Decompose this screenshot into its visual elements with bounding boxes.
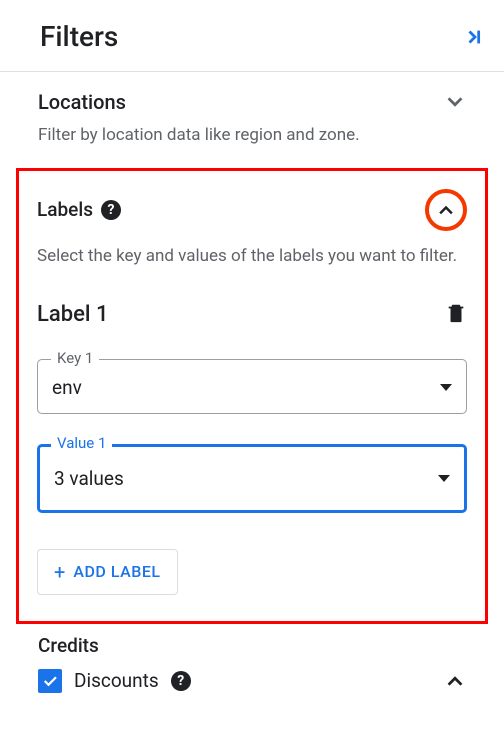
add-label-button[interactable]: + ADD LABEL [37,549,178,595]
chevron-up-icon [436,200,456,220]
locations-description: Filter by location data like region and … [38,124,466,148]
chevron-up-icon[interactable] [444,670,466,692]
dropdown-triangle-icon [440,384,452,391]
chevron-down-icon [444,91,466,113]
add-label-text: ADD LABEL [73,562,160,581]
dropdown-triangle-icon [438,475,450,482]
labels-collapse-button[interactable] [425,189,467,231]
key-value: env [52,376,82,399]
help-icon[interactable]: ? [101,200,121,220]
locations-title: Locations [38,90,126,114]
discounts-checkbox[interactable] [38,669,62,693]
credits-title: Credits [38,634,466,657]
trash-icon [445,301,467,325]
labels-description: Select the key and values of the labels … [37,245,467,269]
value-text: 3 values [54,467,124,490]
discounts-label: Discounts [74,669,159,692]
delete-label-button[interactable] [445,301,467,329]
labels-title: Labels [37,198,93,221]
help-icon[interactable]: ? [171,671,191,691]
key-field-label: Key 1 [51,349,99,367]
plus-icon: + [54,560,65,584]
labels-highlight-box: Labels ? Select the key and values of th… [16,168,488,624]
label-item-title: Label 1 [37,302,108,327]
value-field-label: Value 1 [51,434,112,452]
locations-section-header[interactable]: Locations [38,90,466,114]
collapse-panel-icon[interactable] [464,26,486,48]
key-dropdown[interactable]: env [37,359,467,414]
checkmark-icon [41,672,59,690]
page-title: Filters [40,20,118,53]
value-dropdown[interactable]: 3 values [37,444,467,513]
